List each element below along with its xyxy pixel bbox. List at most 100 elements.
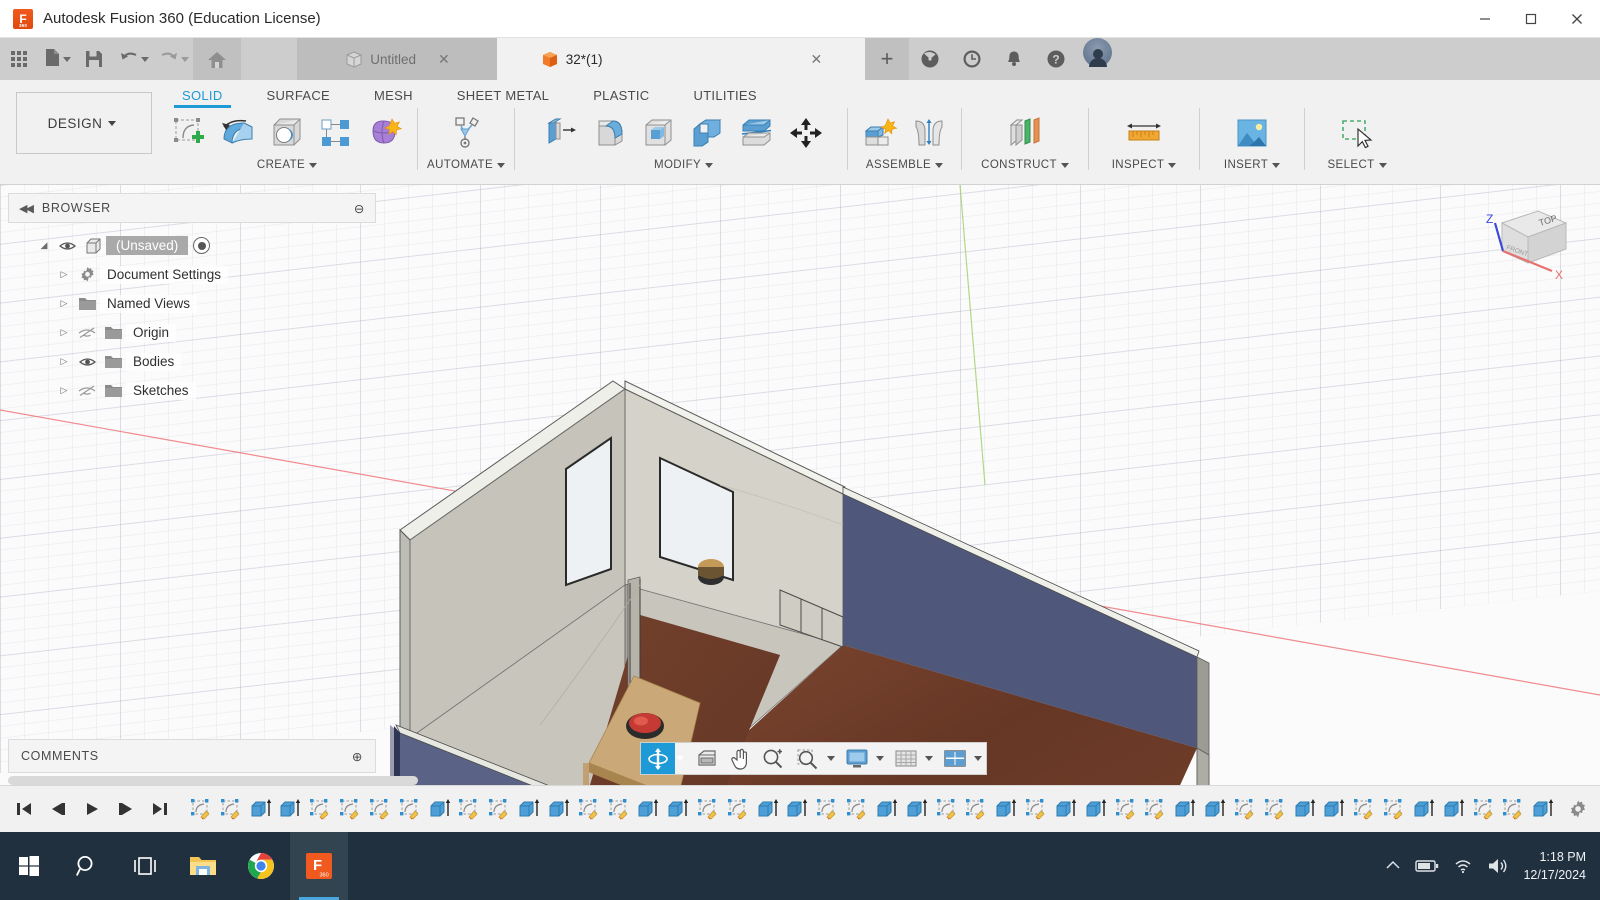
shell-icon[interactable] — [636, 109, 682, 157]
windows-start-icon[interactable] — [0, 832, 58, 900]
timeline-scrollbar[interactable] — [8, 776, 418, 785]
add-tab-button[interactable]: + — [865, 38, 909, 80]
timeline-sketch-feature[interactable] — [1262, 794, 1288, 824]
redo-icon[interactable] — [159, 50, 179, 69]
orbit-caret-icon[interactable] — [676, 756, 684, 761]
job-status-icon[interactable] — [951, 38, 993, 80]
panel-inspect-label[interactable]: INSPECT — [1112, 159, 1177, 171]
display-settings-caret-icon[interactable] — [876, 756, 884, 761]
timeline-extrude-feature[interactable] — [785, 794, 811, 824]
undo-icon[interactable] — [119, 50, 139, 69]
file-explorer-icon[interactable] — [174, 832, 232, 900]
timeline-extrude-feature[interactable] — [277, 794, 303, 824]
viewports-caret-icon[interactable] — [974, 756, 982, 761]
timeline-sketch-feature[interactable] — [456, 794, 482, 824]
tree-item-unsaved[interactable]: ◢ (Unsaved) — [8, 231, 376, 260]
timeline-sketch-feature[interactable] — [1471, 794, 1497, 824]
timeline-extrude-feature[interactable] — [1172, 794, 1198, 824]
activate-component-radio[interactable] — [193, 237, 211, 254]
timeline-sketch-feature[interactable] — [844, 794, 870, 824]
timeline-feature-track[interactable] — [174, 794, 1556, 824]
select-window-icon[interactable] — [1334, 109, 1380, 157]
timeline-sketch-feature[interactable] — [307, 794, 333, 824]
redo-group[interactable] — [153, 38, 193, 80]
undo-caret-icon[interactable] — [141, 56, 149, 62]
zoom-window-icon[interactable] — [790, 743, 826, 774]
panel-insert-label[interactable]: INSERT — [1224, 159, 1281, 171]
viewport-canvas[interactable]: ◀◀ BROWSER ⊖ ◢ (Unsaved) ▷ Document Sett… — [0, 185, 1600, 785]
document-tab-untitled[interactable]: Untitled ✕ — [297, 38, 497, 80]
press-pull-icon[interactable] — [538, 109, 584, 157]
comments-panel[interactable]: COMMENTS ⊕ — [8, 739, 376, 773]
timeline-sketch-feature[interactable] — [218, 794, 244, 824]
timeline-extrude-feature[interactable] — [1411, 794, 1437, 824]
joint-icon[interactable] — [906, 109, 952, 157]
zoom-icon[interactable] — [756, 743, 790, 774]
timeline-extrude-feature[interactable] — [1321, 794, 1347, 824]
chrome-icon[interactable] — [232, 832, 290, 900]
timeline-sketch-feature[interactable] — [1143, 794, 1169, 824]
display-settings-icon[interactable] — [839, 743, 875, 774]
timeline-sketch-feature[interactable] — [188, 794, 214, 824]
task-view-icon[interactable] — [116, 832, 174, 900]
timeline-sketch-feature[interactable] — [486, 794, 512, 824]
expand-arrow-icon[interactable]: ▷ — [54, 356, 74, 367]
timeline-extrude-feature[interactable] — [1053, 794, 1079, 824]
timeline-extrude-feature[interactable] — [248, 794, 274, 824]
grid-snaps-icon[interactable] — [888, 743, 924, 774]
timeline-extrude-feature[interactable] — [665, 794, 691, 824]
timeline-sketch-feature[interactable] — [397, 794, 423, 824]
timeline-sketch-feature[interactable] — [1113, 794, 1139, 824]
undo-group[interactable] — [113, 38, 153, 80]
taskbar-clock[interactable]: 1:18 PM 12/17/2024 — [1523, 848, 1586, 884]
form-icon[interactable] — [362, 109, 408, 157]
tree-item-origin[interactable]: ▷ Origin — [8, 318, 376, 347]
timeline-sketch-feature[interactable] — [934, 794, 960, 824]
timeline-extrude-feature[interactable] — [546, 794, 572, 824]
timeline-extrude-feature[interactable] — [1083, 794, 1109, 824]
visibility-eye-icon[interactable] — [54, 240, 80, 252]
create-sketch-icon[interactable] — [166, 109, 212, 157]
move-copy-icon[interactable] — [783, 109, 829, 157]
volume-icon[interactable] — [1487, 857, 1509, 875]
home-icon[interactable] — [193, 38, 241, 80]
expand-arrow-icon[interactable]: ▷ — [54, 298, 74, 309]
zoom-window-caret-icon[interactable] — [827, 756, 835, 761]
timeline-extrude-feature[interactable] — [635, 794, 661, 824]
timeline-sketch-feature[interactable] — [814, 794, 840, 824]
step-forward-icon[interactable] — [112, 794, 140, 824]
document-tab-32[interactable]: 32*(1) ✕ — [497, 38, 865, 80]
panel-select-label[interactable]: SELECT — [1327, 159, 1387, 171]
timeline-sketch-feature[interactable] — [576, 794, 602, 824]
app-grid-icon[interactable] — [0, 38, 38, 80]
new-file-caret-icon[interactable] — [63, 56, 71, 62]
visibility-eye-icon[interactable] — [74, 356, 100, 368]
panel-construct-label[interactable]: CONSTRUCT — [981, 159, 1069, 171]
revolve-icon[interactable] — [215, 109, 261, 157]
pan-icon[interactable] — [724, 743, 756, 774]
measure-icon[interactable] — [1121, 109, 1167, 157]
browser-minimize-icon[interactable]: ⊖ — [354, 201, 365, 216]
go-to-beginning-icon[interactable] — [10, 794, 38, 824]
insert-image-icon[interactable] — [1229, 109, 1275, 157]
timeline-sketch-feature[interactable] — [1351, 794, 1377, 824]
tab-sheet-metal[interactable]: SHEET METAL — [435, 80, 571, 110]
user-avatar[interactable] — [1083, 38, 1112, 67]
timeline-extrude-feature[interactable] — [904, 794, 930, 824]
split-face-icon[interactable] — [734, 109, 780, 157]
sphere-icon[interactable] — [264, 109, 310, 157]
automate-generative-icon[interactable] — [443, 109, 489, 157]
orbit-icon[interactable] — [641, 743, 675, 774]
expand-arrow-icon[interactable]: ▷ — [54, 269, 74, 280]
grid-snaps-caret-icon[interactable] — [925, 756, 933, 761]
redo-caret-icon[interactable] — [181, 56, 189, 62]
tree-item-bodies[interactable]: ▷ Bodies — [8, 347, 376, 376]
tree-item-named-views[interactable]: ▷ Named Views — [8, 289, 376, 318]
tree-item-document-settings[interactable]: ▷ Document Settings — [8, 260, 376, 289]
design-workspace-button[interactable]: DESIGN — [16, 92, 152, 154]
tab-plastic[interactable]: PLASTIC — [571, 80, 671, 110]
tree-item-sketches[interactable]: ▷ Sketches — [8, 376, 376, 405]
tab-surface[interactable]: SURFACE — [245, 80, 353, 110]
comments-add-icon[interactable]: ⊕ — [352, 749, 363, 764]
expand-arrow-icon[interactable]: ▷ — [54, 327, 74, 338]
